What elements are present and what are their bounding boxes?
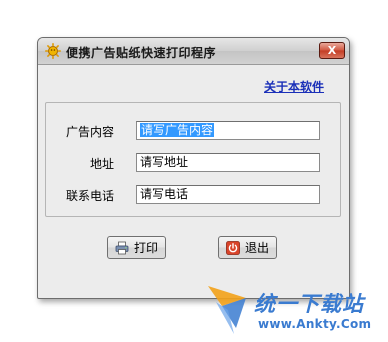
ad-content-value: 请写广告内容 (140, 123, 215, 137)
field-label-ad-content: 广告内容 (66, 125, 115, 139)
about-link[interactable]: 关于本软件 (264, 78, 324, 95)
print-button-label: 打印 (133, 241, 158, 255)
phone-input[interactable]: 请写电话 (136, 185, 320, 204)
field-label-address: 地址 (90, 157, 115, 171)
form-group: 广告内容 请写广告内容 地址 请写地址 联系电话 请写电话 (45, 102, 341, 217)
address-input[interactable]: 请写地址 (136, 153, 320, 172)
printer-icon (115, 241, 129, 254)
address-value: 请写地址 (140, 155, 189, 169)
watermark-site-name: 统一下载站 (254, 292, 364, 316)
phone-value: 请写电话 (140, 187, 189, 201)
field-label-phone: 联系电话 (66, 189, 115, 203)
window-title: 便携广告贴纸快速打印程序 (66, 46, 217, 60)
power-icon (226, 240, 240, 255)
print-button[interactable]: 打印 (107, 236, 166, 259)
watermark-logo-icon (208, 286, 246, 334)
title-bar[interactable]: 便携广告贴纸快速打印程序 X (38, 38, 349, 65)
ad-content-input[interactable]: 请写广告内容 (136, 121, 320, 140)
exit-button-label: 退出 (244, 241, 269, 255)
watermark-url: www.Ankty.Com (258, 317, 372, 331)
close-button[interactable]: X (319, 42, 345, 59)
app-window: 便携广告贴纸快速打印程序 X 关于本软件 广告内容 请写广告内容 地址 请写地址… (37, 37, 350, 299)
watermark: 统一下载站 www.Ankty.Com (206, 276, 386, 340)
exit-button[interactable]: 退出 (218, 236, 277, 259)
sun-icon (45, 43, 61, 59)
